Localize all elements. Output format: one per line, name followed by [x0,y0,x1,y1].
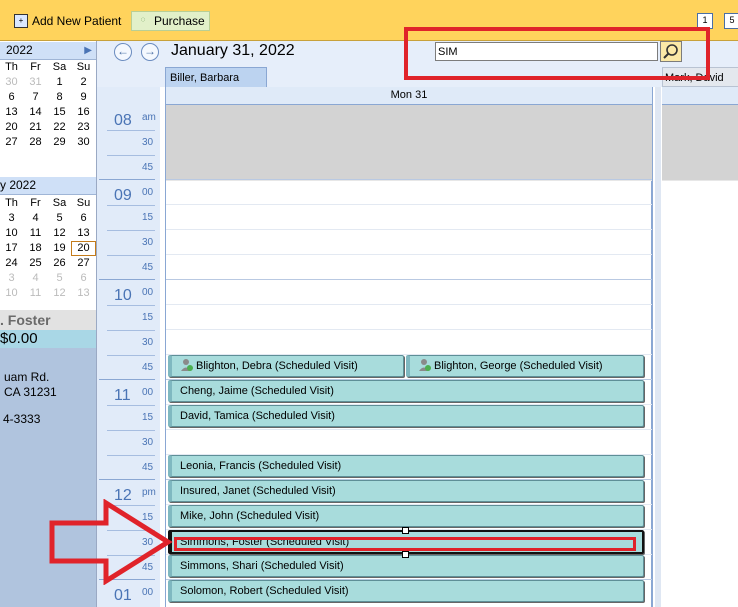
purchase-button[interactable]: ◌ Purchase [131,11,210,31]
mini-calendar-header[interactable]: 2022 ▶ [0,42,96,60]
calendar-week: 13 14 15 16 [5,106,90,118]
next-month-arrow-icon[interactable]: ▶ [84,42,92,59]
calendar-week: 17 18 19 20 [0,241,96,256]
hour-label: 01 [114,587,132,604]
calendar-week-icon[interactable]: 5 [724,13,738,29]
calendar-week: 3 4 5 6 [8,272,87,284]
add-new-patient-label: Add New Patient [32,14,122,28]
calendar-week: 10 11 12 13 [5,287,90,299]
next-day-button[interactable]: → [141,43,159,61]
hour-label: 10 [114,287,132,304]
calendar-week: 10 11 12 13 [5,227,90,239]
hour-suffix: am [142,112,156,123]
calendar-week: 20 21 22 23 [5,121,90,133]
resize-handle-top[interactable] [402,527,409,534]
appointment-blighton-debra[interactable]: Blighton, Debra (Scheduled Visit) [168,355,404,377]
highlight-box-appointment [174,537,636,551]
mini-calendar-header-2[interactable]: y 2022 [0,177,96,195]
purchase-icon: ◌ [140,15,146,24]
highlight-box-search [404,27,710,80]
unavailable-slot [166,130,652,156]
appointment-blighton-george[interactable]: Blighton, George (Scheduled Visit) [406,355,644,377]
arrow-icon [49,499,173,585]
hour-label: 11 [114,387,131,404]
provider-column-2[interactable] [655,87,738,607]
resize-handle-bottom[interactable] [402,551,409,558]
address-line-2: CA 31231 [4,385,57,399]
appointment-solomon-robert[interactable]: Solomon, Robert (Scheduled Visit) [168,580,644,602]
appointment-insured-janet[interactable]: Insured, Janet (Scheduled Visit) [168,480,644,502]
calendar-week: 27 28 29 30 [5,136,90,148]
hour-label: 08 [114,112,132,129]
hour-label: 09 [114,187,132,204]
day-column[interactable]: Mon 31 Blighton, Debra (Scheduled Visit)… [165,87,653,607]
purchase-label: Purchase [154,14,205,28]
day-header: Mon 31 [166,87,652,105]
appointment-david-tamica[interactable]: David, Tamica (Scheduled Visit) [168,405,644,427]
day-header-2 [662,87,738,105]
patient-name: . Foster [0,310,96,330]
current-date-label: January 31, 2022 [171,42,295,59]
patient-phone: 4-3333 [3,412,41,426]
person-icon [180,358,194,372]
mini-calendar-grid-2: Th Fr Sa Su 3 4 5 6 10 11 12 13 17 18 19… [0,196,96,301]
calendar-week: 3 4 5 6 [8,212,87,224]
add-new-patient-button[interactable]: + Add New Patient [10,11,125,31]
appointment-cheng-jaime[interactable]: Cheng, Jaime (Scheduled Visit) [168,380,644,402]
mini-calendar-grid: Th Fr Sa Su 30 31 1 2 6 7 8 9 13 14 15 1… [0,60,96,150]
tab-provider-biller[interactable]: Biller, Barbara [165,67,267,87]
unavailable-slot [166,105,652,131]
calendar-week: 24 25 26 27 [5,257,90,269]
today-cell[interactable]: 20 [71,241,96,256]
address-line-1: uam Rd. [4,370,50,384]
appointment-mike-john[interactable]: Mike, John (Scheduled Visit) [168,505,644,527]
calendar-week: 30 31 1 2 [5,76,87,88]
unavailable-slot [166,155,652,181]
appointment-simmons-shari[interactable]: Simmons, Shari (Scheduled Visit) [168,555,644,577]
appointment-leonia-francis[interactable]: Leonia, Francis (Scheduled Visit) [168,455,644,477]
previous-day-button[interactable]: ← [114,43,132,61]
person-icon [418,358,432,372]
patient-balance: $0.00 [0,330,96,348]
calendar-week: 6 7 8 9 [8,91,87,103]
add-patient-icon: + [14,14,28,28]
